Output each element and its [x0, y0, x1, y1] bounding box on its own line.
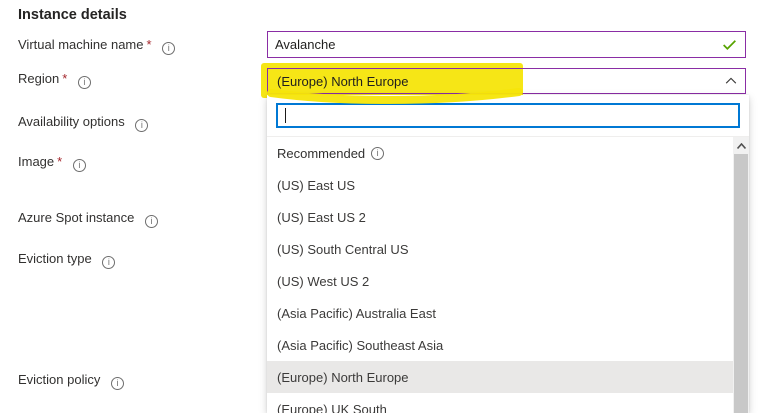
required-asterisk: *: [57, 154, 62, 169]
text-caret: [285, 108, 286, 123]
scrollbar: [733, 137, 749, 413]
checkmark-icon: [721, 36, 738, 53]
section-title: Instance details: [18, 7, 127, 23]
scroll-up-icon: [737, 143, 746, 149]
vm-name-input[interactable]: Avalanche: [267, 31, 746, 58]
required-asterisk: *: [62, 71, 67, 86]
info-icon[interactable]: [162, 42, 175, 55]
region-option[interactable]: (US) South Central US: [267, 233, 733, 265]
vm-name-label: Virtual machine name*: [18, 37, 175, 55]
azure-spot-instance-label: Azure Spot instance: [18, 210, 158, 228]
region-dropdown[interactable]: (Europe) North Europe: [267, 68, 746, 94]
region-search-input[interactable]: [278, 105, 738, 126]
scroll-up-button[interactable]: [733, 137, 749, 154]
region-option[interactable]: (US) West US 2: [267, 265, 733, 297]
region-label: Region*: [18, 71, 91, 89]
info-icon[interactable]: [78, 76, 91, 89]
region-option[interactable]: (US) East US 2: [267, 201, 733, 233]
info-icon[interactable]: [102, 256, 115, 269]
region-dropdown-panel: Recommended (US) East US (US) East US 2 …: [267, 95, 749, 413]
image-label: Image*: [18, 154, 86, 172]
info-icon[interactable]: [371, 147, 384, 160]
info-icon[interactable]: [111, 377, 124, 390]
eviction-type-label: Eviction type: [18, 251, 115, 269]
region-option-selected[interactable]: (Europe) North Europe: [267, 361, 733, 393]
instance-details-form: { "section": { "title": "Instance detail…: [0, 0, 769, 413]
region-option[interactable]: (Europe) UK South: [267, 393, 733, 413]
region-option[interactable]: (Asia Pacific) Southeast Asia: [267, 329, 733, 361]
info-icon[interactable]: [145, 215, 158, 228]
region-options-list: Recommended (US) East US (US) East US 2 …: [267, 137, 733, 413]
required-asterisk: *: [147, 37, 152, 52]
region-option[interactable]: (US) East US: [267, 169, 733, 201]
vm-name-value: Avalanche: [275, 37, 721, 52]
region-selected-value: (Europe) North Europe: [275, 74, 724, 89]
group-header-recommended: Recommended: [267, 137, 733, 169]
region-search-box[interactable]: [276, 103, 740, 128]
info-icon[interactable]: [135, 119, 148, 132]
availability-options-label: Availability options: [18, 114, 148, 132]
eviction-policy-label: Eviction policy: [18, 372, 124, 390]
chevron-up-icon[interactable]: [724, 74, 738, 88]
scrollbar-thumb[interactable]: [734, 154, 748, 413]
info-icon[interactable]: [73, 159, 86, 172]
region-option[interactable]: (Asia Pacific) Australia East: [267, 297, 733, 329]
